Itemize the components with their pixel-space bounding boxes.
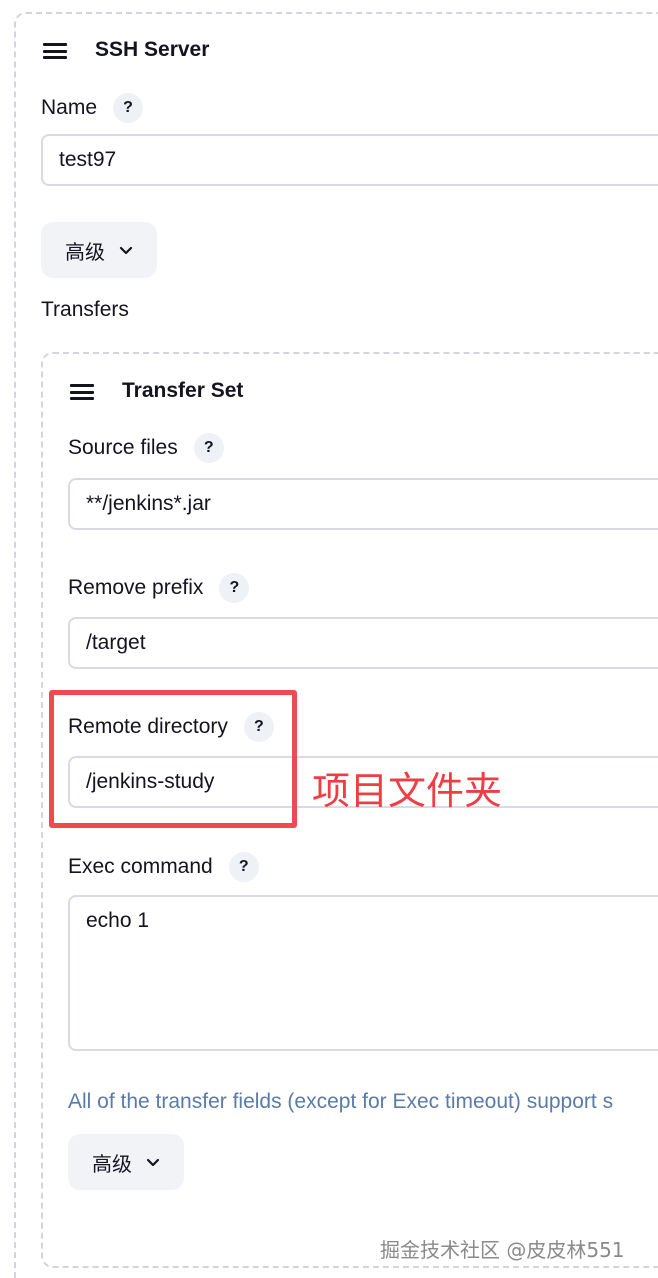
name-label-row: Name ? <box>41 93 144 123</box>
name-input[interactable] <box>41 134 658 186</box>
transfer-fields-note: All of the transfer fields (except for E… <box>68 1090 614 1113</box>
remove-prefix-input[interactable] <box>68 617 658 669</box>
remote-directory-label-row: Remote directory ? <box>68 712 274 742</box>
ssh-server-title: SSH Server <box>95 38 210 61</box>
exec-command-textarea[interactable]: echo 1 <box>68 895 658 1051</box>
watermark: 掘金技术社区 @皮皮林551 <box>380 1238 625 1262</box>
drag-handle-icon[interactable] <box>70 384 94 400</box>
advanced-button-label: 高级 <box>65 241 105 264</box>
remote-directory-label: Remote directory <box>68 715 228 738</box>
annotation-text: 项目文件夹 <box>312 769 503 813</box>
chevron-down-icon <box>119 246 133 255</box>
transfer-advanced-button[interactable]: 高级 <box>68 1134 184 1190</box>
transfers-label: Transfers <box>41 298 129 321</box>
help-icon[interactable]: ? <box>243 712 274 742</box>
source-files-label: Source files <box>68 436 178 459</box>
advanced-button-label: 高级 <box>92 1153 132 1176</box>
help-icon[interactable]: ? <box>113 93 144 123</box>
help-icon[interactable]: ? <box>228 852 259 882</box>
source-files-label-row: Source files ? <box>68 433 224 463</box>
page: SSH Server Name ? 高级 Transfers Transfer … <box>0 0 658 1278</box>
name-label: Name <box>41 96 98 119</box>
advanced-button[interactable]: 高级 <box>41 222 157 278</box>
exec-command-label-row: Exec command ? <box>68 852 259 882</box>
remove-prefix-label-row: Remove prefix ? <box>68 573 250 603</box>
chevron-down-icon <box>146 1158 160 1167</box>
source-files-input[interactable] <box>68 478 658 530</box>
transfer-set-title: Transfer Set <box>122 379 244 402</box>
help-icon[interactable]: ? <box>193 433 224 463</box>
exec-command-label: Exec command <box>68 855 213 878</box>
drag-handle-icon[interactable] <box>43 43 67 59</box>
help-icon[interactable]: ? <box>219 573 250 603</box>
remove-prefix-label: Remove prefix <box>68 576 204 599</box>
